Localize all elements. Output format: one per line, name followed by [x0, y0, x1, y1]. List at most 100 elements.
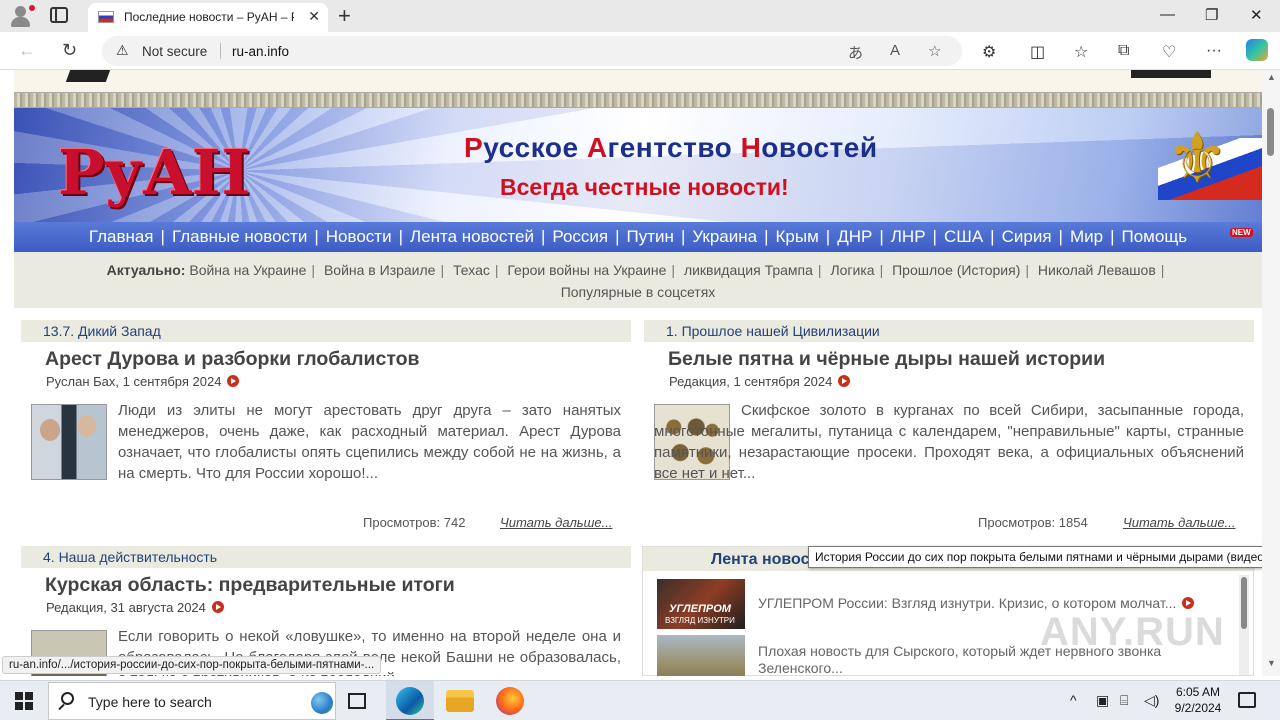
site-banner[interactable]: РуАН Русское Агентство Новостей Всегда ч…: [14, 108, 1262, 222]
scroll-up-icon[interactable]: ▲: [1267, 72, 1276, 82]
menu-item[interactable]: Крым: [776, 227, 819, 246]
minimize-icon[interactable]: —: [1160, 6, 1175, 23]
split-screen-icon[interactable]: ◫: [1030, 42, 1045, 62]
menu-item[interactable]: Главные новости: [172, 227, 307, 246]
browser-tab[interactable]: Последние новости – РуАН – Ру ✕: [88, 3, 328, 32]
actual-topic-link[interactable]: Техас: [453, 262, 490, 278]
menu-item[interactable]: Мир: [1070, 227, 1103, 246]
windows-start-icon[interactable]: [15, 692, 33, 710]
favorite-star-icon[interactable]: ☆: [928, 42, 941, 60]
news-feed-scrollbar[interactable]: [1239, 575, 1249, 675]
article-thumbnail[interactable]: [31, 404, 107, 480]
article-title[interactable]: Курская область: предварительные итоги: [45, 574, 455, 597]
back-icon[interactable]: ←: [18, 40, 36, 61]
main-menu: Главная | Главные новости | Новости | Лента но…: [14, 222, 1262, 252]
clock-time: 6:05 AM: [1175, 685, 1221, 699]
actual-topic-link[interactable]: Герои войны на Украине: [507, 262, 666, 278]
url-text[interactable]: ru-an.info: [232, 44, 289, 59]
article-category[interactable]: 1. Прошлое нашей Цивилизации: [644, 320, 1254, 342]
play-video-icon[interactable]: [227, 375, 240, 387]
actual-topic-link[interactable]: Популярные в соцсетях: [561, 284, 716, 300]
close-window-icon[interactable]: ✕: [1250, 6, 1263, 24]
actual-topic-link[interactable]: Николай Левашов: [1038, 262, 1156, 278]
collections-icon[interactable]: ⧉: [1118, 42, 1129, 60]
tab-actions-icon[interactable]: [50, 7, 68, 23]
notifications-icon[interactable]: [1238, 692, 1256, 708]
read-aloud-icon[interactable]: A: [890, 42, 900, 59]
copilot-icon[interactable]: [1246, 39, 1268, 61]
favorites-icon[interactable]: ☆: [1074, 42, 1088, 62]
menu-item[interactable]: Лента новостей: [410, 227, 534, 246]
task-view-icon[interactable]: [348, 693, 366, 709]
edge-browser-icon[interactable]: [396, 687, 424, 715]
address-bar[interactable]: ⚠ Not secure ru-an.info あ A ☆: [102, 36, 962, 66]
play-video-icon[interactable]: [211, 601, 224, 613]
thumbnail-caption: УГЛЕПРОМ: [669, 603, 731, 615]
menu-item[interactable]: Помощь: [1122, 227, 1188, 246]
actual-topic-link[interactable]: Война в Израиле: [324, 262, 436, 278]
refresh-icon[interactable]: ↻: [62, 40, 77, 61]
actual-topic-link[interactable]: Логика: [830, 262, 874, 278]
site-title: Русское Агентство Новостей: [464, 132, 878, 163]
topic-separator: |: [1160, 262, 1165, 278]
show-hidden-icons-icon[interactable]: ^: [1070, 692, 1077, 708]
more-menu-icon[interactable]: ···: [1206, 42, 1222, 60]
page-scrollbar[interactable]: ▲ ▼: [1262, 70, 1280, 676]
menu-item[interactable]: Путин: [627, 227, 674, 246]
menu-item[interactable]: США: [944, 227, 983, 246]
article-author-date: Редакция, 1 сентября 2024: [669, 374, 833, 389]
news-feed-thumbnail[interactable]: [657, 635, 745, 676]
firefox-icon[interactable]: [496, 687, 524, 715]
taskbar-search[interactable]: Type here to search: [48, 682, 336, 720]
play-video-icon[interactable]: [838, 375, 851, 387]
menu-item[interactable]: ДНР: [837, 227, 872, 246]
scrollbar-thumb[interactable]: [1267, 108, 1274, 156]
read-more-link[interactable]: Читать дальше...: [1123, 515, 1235, 530]
new-badge: NEW: [1230, 228, 1253, 237]
menu-item[interactable]: Главная: [89, 227, 154, 246]
profile-icon[interactable]: [8, 4, 35, 28]
scroll-down-icon[interactable]: ▼: [1267, 658, 1276, 668]
search-placeholder[interactable]: Type here to search: [88, 694, 212, 710]
menu-item[interactable]: Новости: [326, 227, 392, 246]
menu-separator: |: [764, 227, 769, 246]
ornament-border: [14, 92, 1262, 108]
actual-topic-link[interactable]: Война на Украине: [189, 262, 306, 278]
menu-item[interactable]: Украина: [692, 227, 757, 246]
search-highlight-icon[interactable]: [311, 692, 333, 714]
system-clock[interactable]: 6:05 AM 9/2/2024: [1170, 684, 1226, 716]
link-tooltip: История России до сих пор покрыта белыми…: [808, 546, 1262, 568]
article-meta: Редакция, 1 сентября 2024: [669, 374, 851, 389]
menu-separator: |: [398, 227, 403, 246]
close-tab-icon[interactable]: ✕: [308, 8, 320, 25]
top-strip: [14, 70, 1262, 92]
extensions-icon[interactable]: ⚙: [982, 42, 996, 62]
restore-icon[interactable]: ❐: [1205, 6, 1218, 24]
menu-item[interactable]: ЛНР: [891, 227, 926, 246]
article-category[interactable]: 4. Наша действительность: [21, 546, 631, 568]
network-icon[interactable]: ⌸: [1120, 692, 1128, 709]
topic-separator: |: [311, 262, 316, 278]
volume-icon[interactable]: ◁): [1144, 692, 1159, 709]
article-category[interactable]: 13.7. Дикий Запад: [21, 320, 631, 342]
menu-item[interactable]: Россия: [552, 227, 608, 246]
actual-topic-link[interactable]: Прошлое (История): [892, 262, 1020, 278]
menu-item[interactable]: Сирия: [1002, 227, 1052, 246]
news-feed-thumbnail[interactable]: УГЛЕПРОМ ВЗГЛЯД ИЗНУТРИ: [657, 579, 745, 629]
warning-icon[interactable]: ⚠: [116, 42, 129, 59]
read-more-link[interactable]: Читать дальше...: [500, 515, 612, 530]
play-video-icon[interactable]: [1182, 597, 1195, 609]
file-explorer-icon[interactable]: [446, 690, 474, 712]
article-title[interactable]: Белые пятна и чёрные дыры нашей истории: [668, 348, 1105, 371]
new-tab-icon[interactable]: +: [338, 3, 351, 29]
menu-separator: |: [1058, 227, 1063, 246]
translate-icon[interactable]: あ: [848, 42, 863, 63]
web-page: РуАН Русское Агентство Новостей Всегда ч…: [0, 70, 1262, 676]
browser-essentials-icon[interactable]: ♡: [1162, 42, 1176, 62]
site-logo[interactable]: РуАН: [58, 136, 250, 209]
article-title[interactable]: Арест Дурова и разборки глобалистов: [45, 348, 420, 371]
article-excerpt: Скифское золото в курганах по всей Сибир…: [654, 402, 1244, 482]
not-secure-label[interactable]: Not secure: [142, 44, 207, 59]
actual-topic-link[interactable]: ликвидация Трампа: [684, 262, 813, 278]
device-icon[interactable]: ▣: [1096, 692, 1109, 709]
